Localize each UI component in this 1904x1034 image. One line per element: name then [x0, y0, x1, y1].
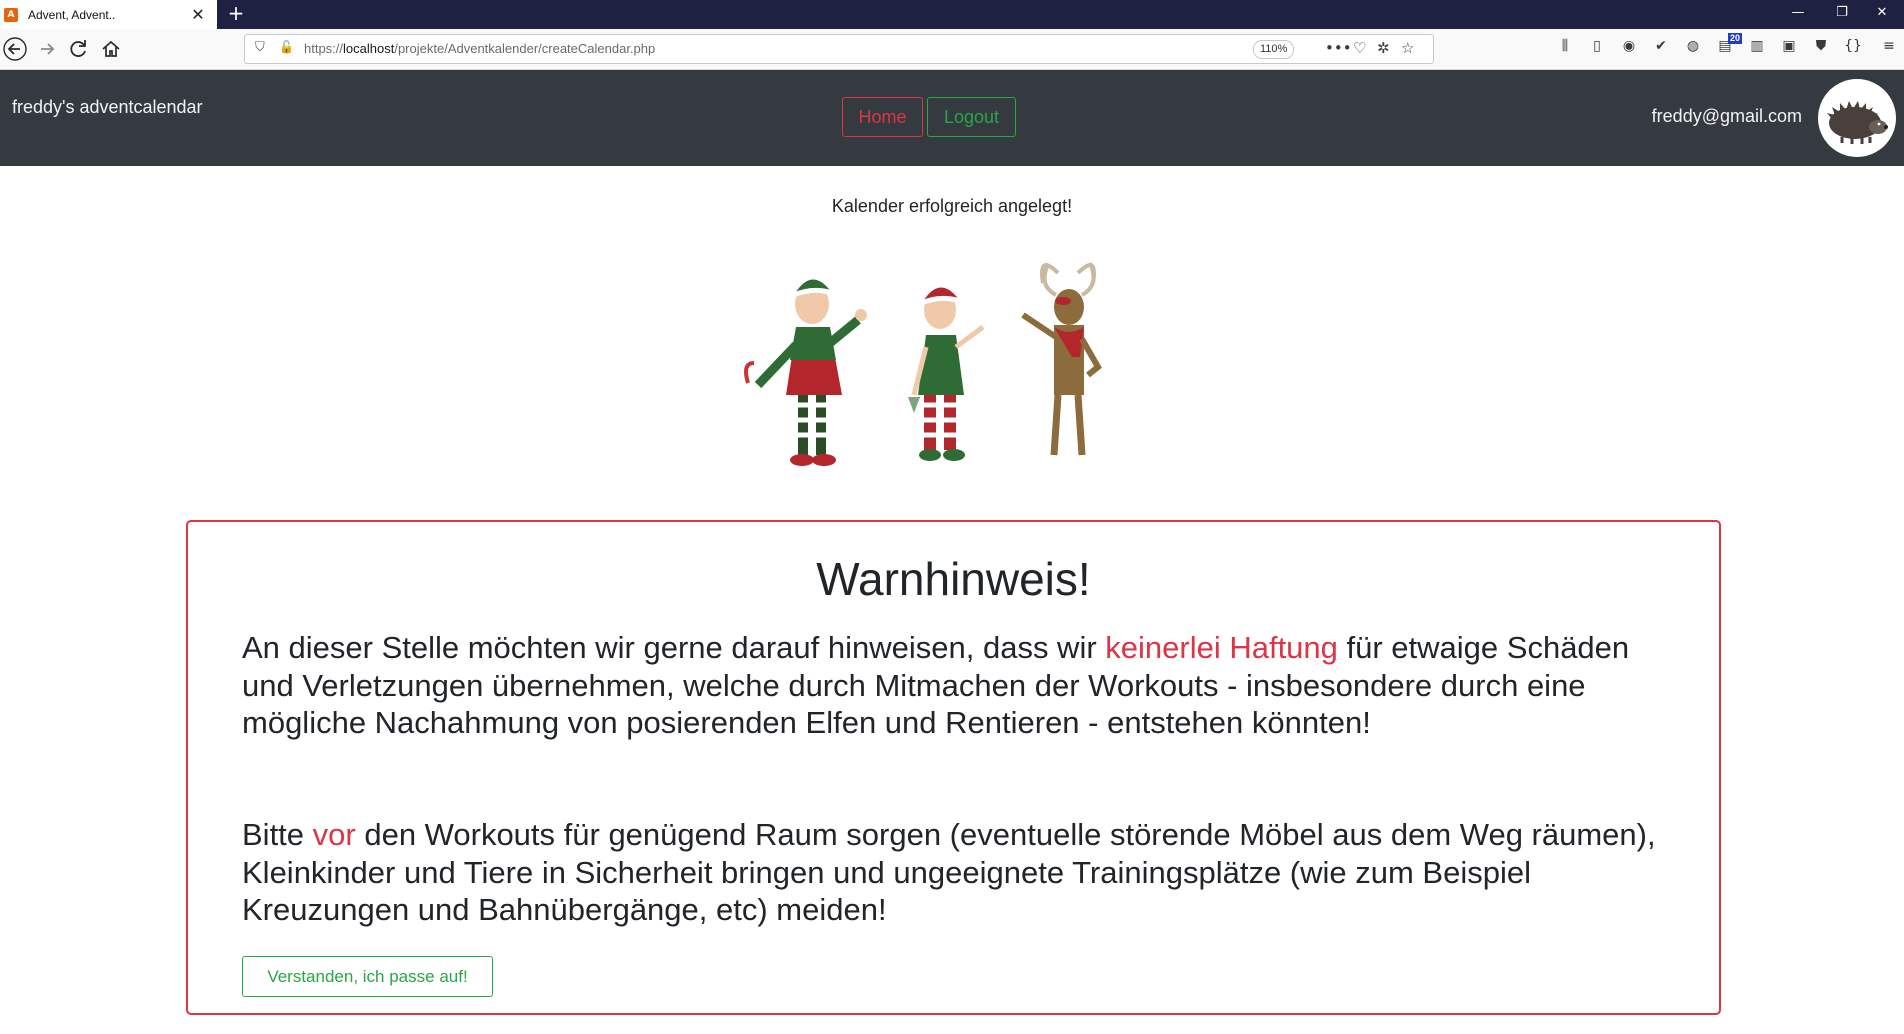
browser-tab[interactable]: A Advent, Advent.. ✕ [0, 0, 217, 29]
success-message: Kalender erfolgreich angelegt! [831, 196, 1073, 216]
liability-highlight: keinerlei Haftung [1105, 630, 1338, 665]
tab-close-icon[interactable]: ✕ [188, 5, 208, 24]
avatar[interactable] [1818, 79, 1896, 157]
favicon-icon: A [4, 7, 18, 22]
user-email: freddy@gmail.com [1651, 106, 1802, 126]
tab-title: Advent, Advent.. [28, 7, 116, 22]
new-tab-button[interactable]: + [224, 0, 248, 29]
minimize-icon[interactable]: — [1776, 0, 1820, 29]
pocket-icon[interactable]: ♡ [1353, 39, 1366, 57]
addon-image-icon[interactable]: ▣ [1778, 38, 1800, 54]
warning-paragraph-preparation: Bitte vor den Workouts für genügend Raum… [242, 817, 1656, 927]
close-window-icon[interactable]: ✕ [1860, 0, 1904, 29]
reload-icon[interactable] [66, 37, 92, 61]
page-actions-icon[interactable]: ••• [1325, 39, 1352, 57]
addon-globe-icon[interactable]: ◍ [1682, 38, 1704, 54]
url-text[interactable]: https://localhost/projekte/Adventkalende… [304, 41, 655, 56]
bookmark-star-icon[interactable]: ☆ [1401, 39, 1414, 57]
zoom-level-badge[interactable]: 110% [1253, 40, 1295, 59]
restore-icon[interactable]: ❐ [1820, 0, 1864, 29]
library-icon[interactable]: ⫼ [1554, 38, 1576, 54]
elf-left-figure [744, 279, 867, 466]
sidebar-icon[interactable]: ▯ [1586, 38, 1608, 54]
menu-icon[interactable]: ≡ [1878, 38, 1900, 54]
site-navbar: freddy's adventcalendar Home Logout fred… [0, 70, 1904, 166]
browser-toolbar: ⛉ 🔓 https://localhost/projekte/Adventkal… [0, 29, 1904, 70]
url-bar[interactable]: ⛉ 🔓 https://localhost/projekte/Adventkal… [244, 34, 1434, 64]
confirm-understood-button[interactable]: Verstanden, ich passe auf! [242, 956, 493, 997]
json-viewer-icon[interactable]: {} [1842, 38, 1864, 54]
logout-button[interactable]: Logout [927, 97, 1016, 137]
site-brand[interactable]: freddy's adventcalendar [12, 97, 203, 118]
warning-paragraph-liability: An dieser Stelle möchten wir gerne darau… [242, 630, 1630, 740]
before-highlight: vor [312, 817, 356, 852]
back-icon[interactable] [2, 37, 28, 61]
browser-titlebar: A Advent, Advent.. ✕ + — ❐ ✕ [0, 0, 1904, 29]
elf-middle-figure [908, 287, 985, 461]
forward-icon[interactable] [34, 37, 60, 61]
hedgehog-icon [1827, 101, 1888, 144]
extension-icon[interactable]: ✲ [1377, 39, 1390, 57]
home-button[interactable]: Home [842, 97, 923, 137]
tracking-shield-icon[interactable]: ⛉ [255, 40, 265, 55]
insecure-lock-icon[interactable]: 🔓 [279, 40, 294, 54]
addon-check-icon[interactable]: ✔ [1650, 38, 1672, 54]
elves-reindeer-illustration [718, 255, 1168, 505]
warning-title: Warnhinweis! [816, 553, 1091, 605]
home-icon[interactable] [98, 37, 124, 61]
account-icon[interactable]: ◉ [1618, 38, 1640, 54]
warning-box: Warnhinweis! An dieser Stelle möchten wi… [186, 520, 1721, 1015]
addon-badge: 20 [1728, 33, 1743, 44]
reindeer-figure [1021, 262, 1102, 456]
addon-shield-icon[interactable]: ⛊ [1810, 38, 1832, 54]
addon-grid-icon[interactable]: ▥ [1746, 38, 1768, 54]
